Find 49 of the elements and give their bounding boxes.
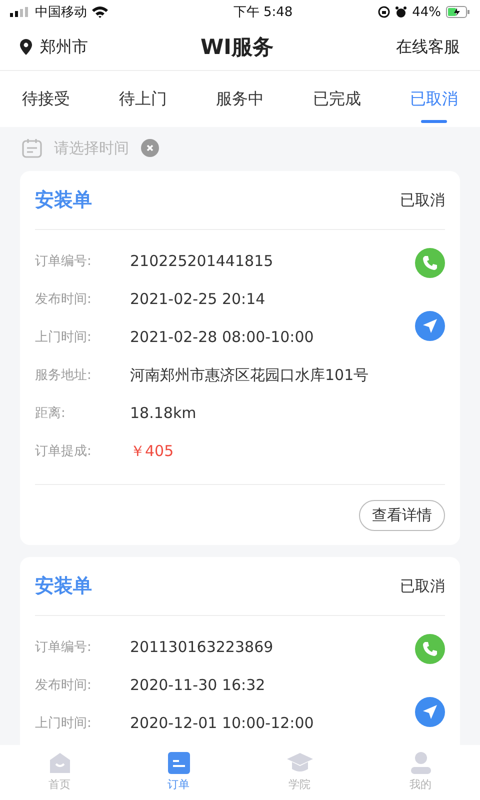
- field-value: 210225201441815: [130, 252, 274, 270]
- field-label: 服务地址:: [35, 367, 92, 384]
- alarm-icon: [395, 6, 408, 18]
- field-label: 上门时间:: [35, 715, 92, 732]
- order-tab[interactable]: 已完成: [309, 71, 365, 127]
- customer-service-link[interactable]: 在线客服: [396, 36, 460, 58]
- rotation-lock-icon: [378, 6, 390, 18]
- field-label: 发布时间:: [35, 291, 92, 308]
- location-pin-icon: [20, 39, 32, 55]
- city-name[interactable]: 郑州市: [40, 36, 88, 58]
- field-value: 2021-02-28 08:00-10:00: [130, 328, 314, 346]
- phone-icon[interactable]: [415, 248, 445, 278]
- field-label: 发布时间:: [35, 677, 92, 694]
- field-value: 2021-02-25 20:14: [130, 290, 266, 308]
- navigation-icon[interactable]: [415, 311, 445, 341]
- order-tab[interactable]: 待上门: [115, 71, 171, 127]
- order-tab[interactable]: 已取消: [406, 71, 462, 127]
- field-value: 18.18km: [130, 404, 196, 422]
- field-label: 距离:: [35, 405, 66, 422]
- field-value: 河南郑州市惠济区花园口水库101号: [130, 366, 369, 384]
- user-icon: [408, 751, 432, 775]
- home-icon: [48, 751, 72, 775]
- battery-icon: [446, 6, 470, 18]
- calendar-icon[interactable]: [22, 138, 42, 158]
- clear-icon[interactable]: [141, 139, 159, 157]
- order-type: 安装单: [35, 188, 92, 213]
- field-label: 订单编号:: [35, 639, 92, 656]
- order-tab[interactable]: 待接受: [18, 71, 74, 127]
- field-value: 2020-12-01 10:00-12:00: [130, 714, 314, 732]
- order-tab[interactable]: 服务中: [212, 71, 268, 127]
- signal-icon: [10, 7, 30, 17]
- list-icon: [166, 751, 190, 775]
- field-label: 上门时间:: [35, 329, 92, 346]
- carrier-name: 中国移动: [35, 4, 87, 21]
- commission-value: ￥405: [130, 442, 174, 460]
- navigation-icon[interactable]: [415, 697, 445, 727]
- battery-percent: 44%: [412, 4, 441, 20]
- clock-time: 下午 5:48: [233, 4, 293, 21]
- order-status: 已取消: [400, 576, 445, 596]
- view-details-button[interactable]: 查看详情: [359, 500, 445, 530]
- phone-icon[interactable]: [415, 634, 445, 664]
- order-type: 安装单: [35, 574, 92, 599]
- app-title: WI服务: [200, 34, 274, 61]
- field-value: 201130163223869: [130, 638, 274, 656]
- wifi-icon: [92, 6, 108, 18]
- order-status: 已取消: [400, 190, 445, 210]
- field-label: 订单编号:: [35, 253, 92, 270]
- field-label: 订单提成:: [35, 443, 92, 460]
- field-value: 2020-11-30 16:32: [130, 676, 266, 694]
